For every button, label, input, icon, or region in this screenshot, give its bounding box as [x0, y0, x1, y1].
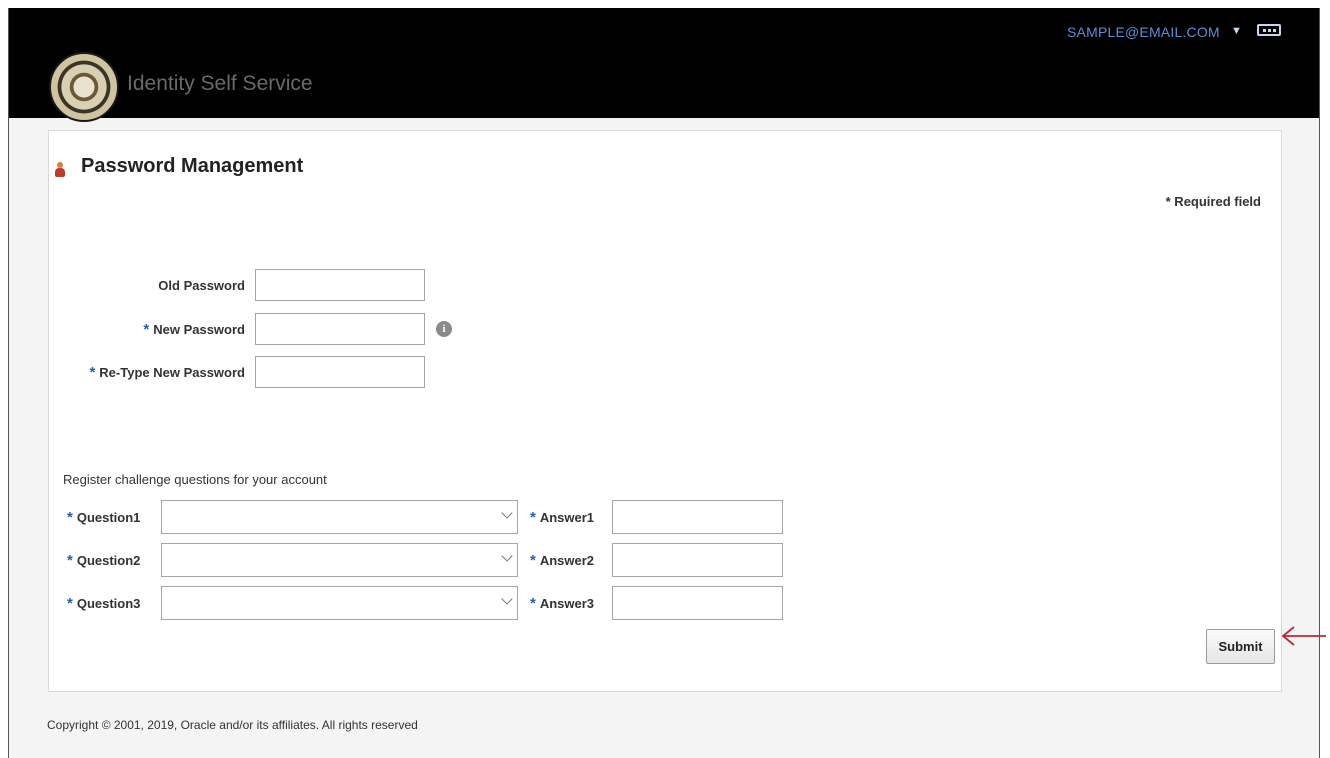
- question2-label: * Question2: [67, 552, 167, 569]
- required-marker: *: [67, 595, 73, 612]
- retype-password-label: * Re-Type New Password: [57, 364, 245, 381]
- app-header: Identity Self Service SAMPLE@EMAIL.COM ▼: [9, 8, 1319, 122]
- new-password-label-text: New Password: [153, 322, 245, 337]
- answer1-label: * Answer1: [530, 509, 610, 526]
- browser-frame: Identity Self Service SAMPLE@EMAIL.COM ▼…: [8, 8, 1320, 758]
- required-marker: *: [530, 509, 536, 526]
- answer2-input[interactable]: [612, 543, 783, 577]
- retype-password-label-text: Re-Type New Password: [99, 365, 245, 380]
- user-menu[interactable]: SAMPLE@EMAIL.COM: [1067, 24, 1220, 40]
- old-password-label: Old Password: [109, 278, 245, 293]
- required-marker: *: [530, 595, 536, 612]
- question2-select[interactable]: [161, 543, 518, 577]
- user-icon: [54, 162, 66, 178]
- password-management-panel: Password Management * Required field Old…: [48, 130, 1282, 692]
- required-marker: *: [89, 364, 96, 381]
- page-title: Password Management: [81, 155, 304, 177]
- required-marker: *: [143, 321, 150, 338]
- old-password-input[interactable]: [255, 269, 425, 301]
- caret-down-icon[interactable]: ▼: [1231, 25, 1242, 37]
- answer2-label: * Answer2: [530, 552, 610, 569]
- chevron-down-icon: [501, 507, 513, 519]
- question3-label-text: Question3: [76, 596, 141, 611]
- required-marker: *: [67, 552, 73, 569]
- answer3-input[interactable]: [612, 586, 783, 620]
- answer1-label-text: Answer1: [539, 510, 595, 525]
- old-password-label-text: Old Password: [158, 278, 245, 293]
- required-field-note: * Required field: [1165, 194, 1261, 209]
- footer-copyright: Copyright © 2001, 2019, Oracle and/or it…: [47, 718, 418, 732]
- submit-button[interactable]: Submit: [1206, 629, 1275, 664]
- challenge-section-label: Register challenge questions for your ac…: [63, 472, 327, 487]
- question1-label-text: Question1: [76, 510, 141, 525]
- retype-password-input[interactable]: [255, 356, 425, 388]
- chevron-down-icon: [501, 593, 513, 605]
- required-marker: *: [530, 552, 536, 569]
- required-marker: *: [67, 509, 73, 526]
- app-title: Identity Self Service: [127, 72, 313, 95]
- question3-select[interactable]: [161, 586, 518, 620]
- question2-label-text: Question2: [76, 553, 141, 568]
- annotation-arrow-icon: [1281, 626, 1326, 646]
- question1-label: * Question1: [67, 509, 167, 526]
- answer2-label-text: Answer2: [539, 553, 595, 568]
- answer1-input[interactable]: [612, 500, 783, 534]
- more-options-icon[interactable]: [1257, 24, 1281, 36]
- new-password-label: * New Password: [109, 321, 245, 338]
- chevron-down-icon: [501, 550, 513, 562]
- new-password-input[interactable]: [255, 313, 425, 345]
- question3-label: * Question3: [67, 595, 167, 612]
- county-seal-logo: [49, 52, 119, 122]
- question1-select[interactable]: [161, 500, 518, 534]
- answer3-label-text: Answer3: [539, 596, 595, 611]
- answer3-label: * Answer3: [530, 595, 610, 612]
- info-icon[interactable]: i: [436, 321, 452, 337]
